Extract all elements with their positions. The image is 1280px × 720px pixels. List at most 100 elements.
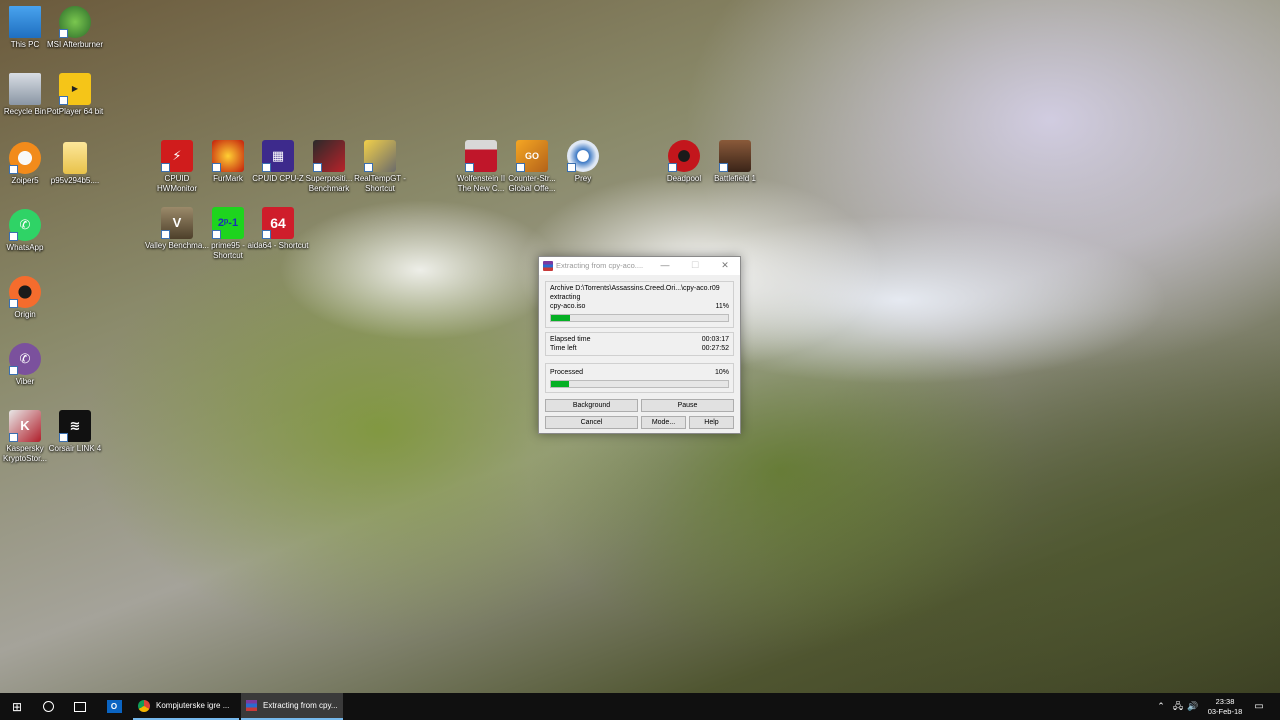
shortcut-arrow-icon <box>212 163 221 172</box>
search-button[interactable] <box>40 693 56 720</box>
whatsapp-icon: ✆ <box>9 209 41 241</box>
shortcut-arrow-icon <box>262 230 271 239</box>
dialog-title: Extracting from cpy-aco.... <box>556 261 644 270</box>
outlook-taskbar-button[interactable]: O <box>105 693 123 720</box>
mode-button[interactable]: Mode... <box>641 416 686 429</box>
action-center-button[interactable]: ▭ <box>1252 693 1266 720</box>
start-button[interactable]: ⊞ <box>8 693 26 720</box>
chrome-icon <box>138 699 150 712</box>
shortcut-arrow-icon <box>668 163 677 172</box>
msi-afterburner-icon <box>59 6 91 38</box>
dialog-titlebar[interactable]: Extracting from cpy-aco.... — ☐ ✕ <box>539 257 740 275</box>
shortcut-arrow-icon <box>212 230 221 239</box>
file-progress-bar <box>550 314 729 322</box>
desktop-icon-label: p95v294b5.... <box>50 176 100 185</box>
outlook-icon: O <box>106 700 122 713</box>
help-button[interactable]: Help <box>689 416 734 429</box>
desktop-icon-whatsapp[interactable]: ✆ WhatsApp <box>0 209 57 253</box>
time-left-label: Time left <box>550 345 577 352</box>
shortcut-arrow-icon <box>9 433 18 442</box>
shortcut-arrow-icon <box>161 230 170 239</box>
desktop-icon-viber[interactable]: ✆ Viber <box>0 343 57 387</box>
desktop-icon-label: Prey <box>574 174 592 183</box>
desktop-icon-prey[interactable]: Prey <box>551 140 615 184</box>
winrar-icon <box>246 700 257 711</box>
show-hidden-icons-button[interactable]: ⌃ <box>1155 693 1167 720</box>
extraction-dialog: Extracting from cpy-aco.... — ☐ ✕ Archiv… <box>538 256 741 434</box>
processed-label: Processed <box>550 369 584 376</box>
clock-date: 03-Feb-18 <box>1207 706 1243 716</box>
desktop-icon-label: aida64 - Shortcut <box>247 241 309 250</box>
file-row: cpy-aco.iso 11% <box>550 303 729 310</box>
cpuz-icon: ▦ <box>262 140 294 172</box>
processed-progress-fill <box>551 381 569 387</box>
maximize-button[interactable]: ☐ <box>688 260 702 271</box>
processed-progress-bar <box>550 380 729 388</box>
time-left-row: Time left 00:27:52 <box>550 345 729 352</box>
desktop-icon-label: Viber <box>15 377 35 386</box>
desktop-icon-potplayer[interactable]: ▶ PotPlayer 64 bit <box>43 73 107 117</box>
status-text: extracting <box>550 294 581 301</box>
desktop-icon-msi-afterburner[interactable]: MSI Afterburner <box>43 6 107 50</box>
shortcut-arrow-icon <box>9 232 18 241</box>
valley-icon: V <box>161 207 193 239</box>
chevron-up-icon: ⌃ <box>1157 701 1165 711</box>
current-file: cpy-aco.iso <box>550 303 586 310</box>
processed-percent: 10% <box>714 369 729 376</box>
wolfenstein-icon <box>465 140 497 172</box>
deadpool-icon <box>668 140 700 172</box>
volume-icon[interactable]: 🔊 <box>1187 693 1199 720</box>
minimize-button[interactable]: — <box>658 260 672 270</box>
shortcut-arrow-icon <box>719 163 728 172</box>
recycle-bin-icon <box>9 73 41 105</box>
origin-icon <box>9 276 41 308</box>
file-percent: 11% <box>715 303 730 310</box>
cortana-circle-icon <box>42 701 54 712</box>
clock[interactable]: 23:38 03-Feb-18 <box>1203 693 1247 720</box>
desktop-icon-origin[interactable]: Origin <box>0 276 57 320</box>
background-button[interactable]: Background <box>545 399 638 412</box>
processed-group: Processed 10% <box>545 363 734 393</box>
elapsed-value: 00:03:17 <box>701 336 729 343</box>
realtemp-icon <box>364 140 396 172</box>
zoiper-icon <box>9 142 41 174</box>
desktop-icon-label: WhatsApp <box>6 243 44 252</box>
network-icon[interactable]: 🖧 <box>1172 693 1184 720</box>
chrome-task[interactable]: Kompjuterske igre ... <box>133 693 239 720</box>
network-status-icon: 🖧 <box>1172 700 1184 711</box>
time-group: Elapsed time 00:03:17 Time left 00:27:52 <box>545 332 734 356</box>
archive-path: Archive D:\Torrents\Assassins.Creed.Ori.… <box>550 285 720 292</box>
desktop-icon-label: RealTempGT - Shortcut <box>354 174 406 193</box>
kaspersky-icon: K <box>9 410 41 442</box>
taskbar: ⊞ O Kompjuterske igre ... Extracting fro… <box>0 693 1280 720</box>
file-progress-fill <box>551 315 571 321</box>
desktop-icon-corsair[interactable]: ≋ Corsair LINK 4 <box>43 410 107 454</box>
corsair-icon: ≋ <box>59 410 91 442</box>
aida64-icon: 64 <box>262 207 294 239</box>
desktop-icon-battlefield[interactable]: Battlefield 1 <box>703 140 767 184</box>
task-view-button[interactable] <box>72 693 88 720</box>
elapsed-label: Elapsed time <box>550 336 591 343</box>
desktop-icon-aida64[interactable]: 64 aida64 - Shortcut <box>246 207 310 251</box>
clock-time: 23:38 <box>1215 696 1235 706</box>
task-view-icon <box>74 701 86 712</box>
file-progress-group: Archive D:\Torrents\Assassins.Creed.Ori.… <box>545 281 734 328</box>
shortcut-arrow-icon <box>364 163 373 172</box>
pause-button[interactable]: Pause <box>641 399 734 412</box>
shortcut-arrow-icon <box>262 163 271 172</box>
viber-icon: ✆ <box>9 343 41 375</box>
shortcut-arrow-icon <box>59 29 68 38</box>
furmark-icon <box>212 140 244 172</box>
desktop-icon-p95-folder[interactable]: p95v294b5.... <box>43 142 107 186</box>
shortcut-arrow-icon <box>9 165 18 174</box>
desktop-icon-label: Corsair LINK 4 <box>48 444 102 453</box>
potplayer-icon: ▶ <box>59 73 91 105</box>
close-button[interactable]: ✕ <box>718 260 732 271</box>
cancel-button[interactable]: Cancel <box>545 416 638 429</box>
battlefield-icon <box>719 140 751 172</box>
desktop-icon-label: Origin <box>14 310 36 319</box>
shortcut-arrow-icon <box>9 366 18 375</box>
desktop-icon-realtemp[interactable]: RealTempGT - Shortcut <box>348 140 412 194</box>
winrar-task[interactable]: Extracting from cpy... <box>241 693 343 720</box>
folder-icon <box>63 142 87 174</box>
